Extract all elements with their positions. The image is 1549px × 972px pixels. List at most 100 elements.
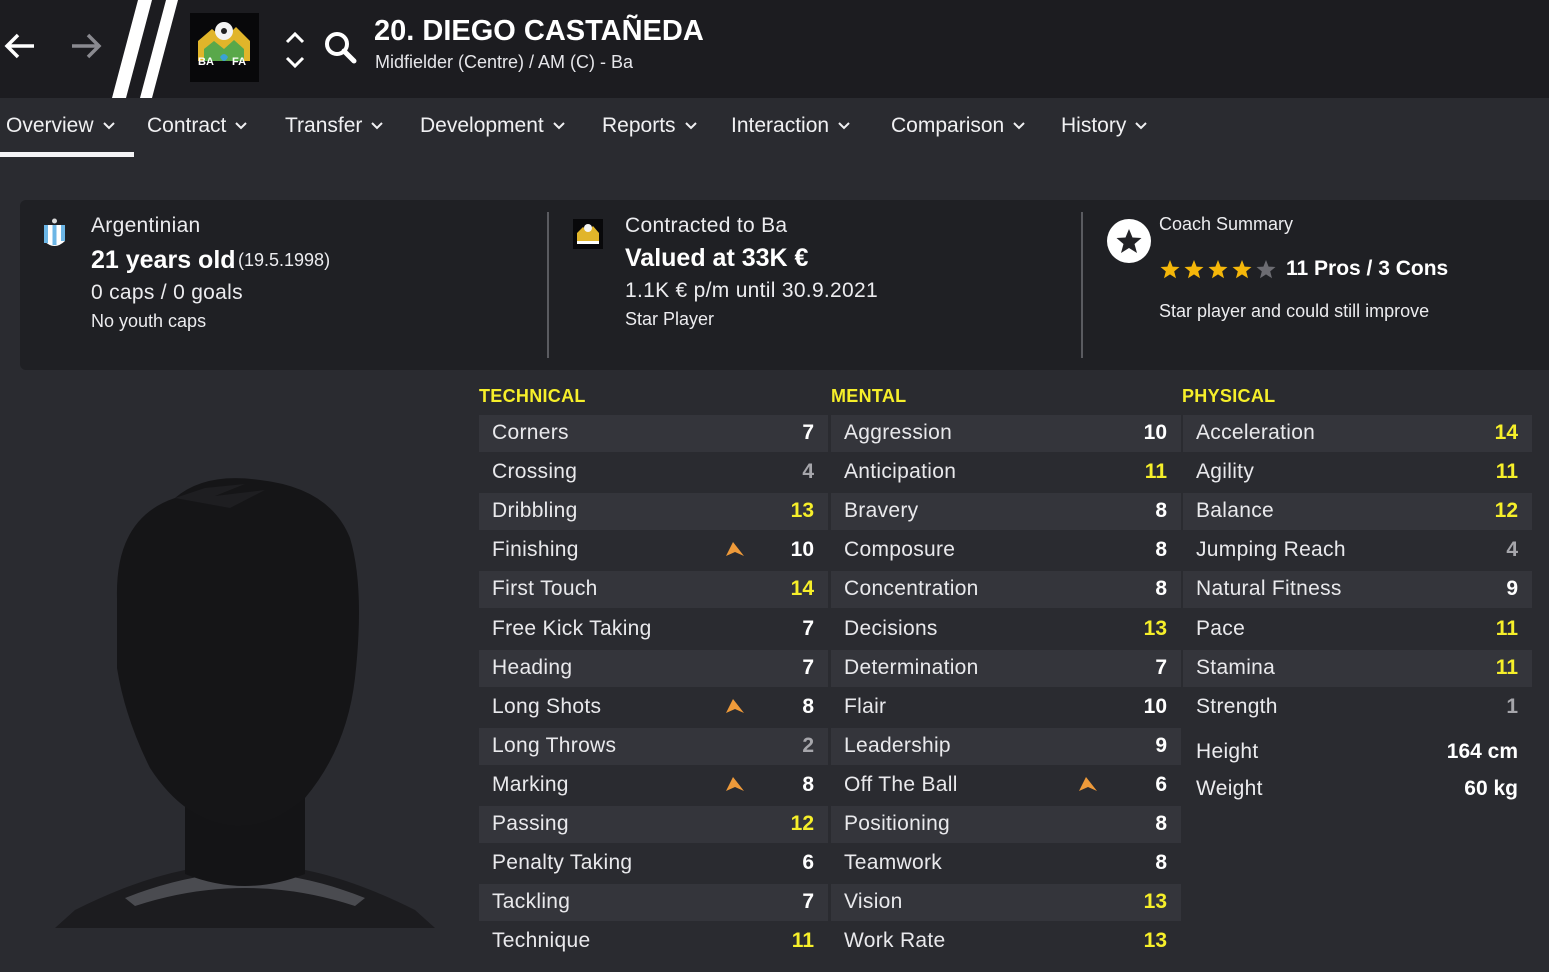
active-tab-indicator <box>0 152 134 157</box>
attribute-row[interactable]: Crossing 4 <box>479 454 828 491</box>
tab-overview[interactable]: Overview <box>6 114 116 138</box>
tab-reports[interactable]: Reports <box>602 114 698 138</box>
crest-letters-right: FA <box>232 56 246 68</box>
attribute-row[interactable]: Penalty Taking 6 <box>479 845 828 882</box>
argentina-federation-badge-icon[interactable] <box>42 217 67 251</box>
attribute-row[interactable]: Agility 11 <box>1183 454 1532 491</box>
tab-comparison[interactable]: Comparison <box>891 114 1026 138</box>
attribute-row[interactable]: Finishing 10 <box>479 532 828 569</box>
pros-cons-text[interactable]: 11 Pros / 3 Cons <box>1286 257 1448 281</box>
star-icon <box>1184 260 1204 279</box>
attribute-row[interactable]: Decisions 13 <box>831 611 1181 648</box>
attribute-row[interactable]: Corners 7 <box>479 415 828 452</box>
attribute-row[interactable]: Positioning 8 <box>831 806 1181 843</box>
attribute-row[interactable]: Long Shots 8 <box>479 689 828 726</box>
attribute-row[interactable]: Heading 7 <box>479 650 828 687</box>
attribute-value: 10 <box>1143 421 1167 444</box>
attribute-value: 8 <box>1155 812 1167 835</box>
club-crest[interactable]: BA FA <box>190 13 259 82</box>
attribute-row[interactable]: Marking 8 <box>479 767 828 804</box>
attribute-name: Decisions <box>844 617 938 640</box>
star-icon <box>1208 260 1228 279</box>
tab-history[interactable]: History <box>1061 114 1148 138</box>
attribute-name: Crossing <box>492 460 578 483</box>
attribute-value: 8 <box>1155 499 1167 522</box>
attribute-value: 11 <box>1495 656 1518 679</box>
attribute-row[interactable]: Concentration 8 <box>831 571 1181 608</box>
key-attribute-arrow-icon <box>726 777 744 791</box>
tab-interaction[interactable]: Interaction <box>731 114 851 138</box>
attribute-value: 13 <box>790 499 814 522</box>
key-attribute-arrow-icon <box>726 542 744 556</box>
caps-goals-text: 0 caps / 0 goals <box>91 281 243 304</box>
attribute-row[interactable]: Jumping Reach 4 <box>1183 532 1532 569</box>
attribute-value: 14 <box>790 577 814 600</box>
attribute-row[interactable]: Long Throws 2 <box>479 728 828 765</box>
club-crest-small[interactable] <box>573 219 603 249</box>
chevron-down-icon <box>235 122 248 130</box>
tab-label: Reports <box>602 114 676 137</box>
attribute-row[interactable]: Composure 8 <box>831 532 1181 569</box>
attribute-name: Jumping Reach <box>1196 538 1346 561</box>
attribute-row[interactable]: Acceleration 14 <box>1183 415 1532 452</box>
player-position-subtitle: Midfielder (Centre) / AM (C) - Ba <box>375 52 634 72</box>
attribute-row[interactable]: Pace 11 <box>1183 611 1532 648</box>
mental-heading: MENTAL <box>831 386 907 406</box>
attribute-row[interactable]: Work Rate 13 <box>831 923 1181 960</box>
attribute-row[interactable]: Bravery 8 <box>831 493 1181 530</box>
player-name-title: 20. DIEGO CASTAÑEDA <box>374 15 704 47</box>
tab-development[interactable]: Development <box>420 114 566 138</box>
search-icon[interactable] <box>323 30 357 64</box>
attribute-row[interactable]: Stamina 11 <box>1183 650 1532 687</box>
attribute-name: Tackling <box>492 890 571 913</box>
star-icon-empty <box>1256 260 1276 279</box>
attribute-name: Teamwork <box>844 851 943 874</box>
age-text: 21 years old <box>91 246 236 274</box>
attribute-row[interactable]: Natural Fitness 9 <box>1183 571 1532 608</box>
attribute-row[interactable]: Strength 1 <box>1183 689 1532 726</box>
attribute-row[interactable]: Vision 13 <box>831 884 1181 921</box>
forward-arrow-icon[interactable] <box>66 28 106 68</box>
attribute-row[interactable]: Leadership 9 <box>831 728 1181 765</box>
attribute-row[interactable]: Teamwork 8 <box>831 845 1181 882</box>
attribute-row[interactable]: Anticipation 11 <box>831 454 1181 491</box>
tab-transfer[interactable]: Transfer <box>285 114 384 138</box>
attribute-value: 8 <box>1155 538 1167 561</box>
attribute-name: Balance <box>1196 499 1274 522</box>
attribute-row[interactable]: Free Kick Taking 7 <box>479 611 828 648</box>
attribute-value: 11 <box>1495 460 1518 483</box>
attribute-row[interactable]: Tackling 7 <box>479 884 828 921</box>
back-arrow-icon[interactable] <box>0 28 40 68</box>
up-down-chevron-icon[interactable] <box>284 28 306 72</box>
attribute-row[interactable]: Balance 12 <box>1183 493 1532 530</box>
attribute-value: 8 <box>1155 577 1167 600</box>
attribute-name: Stamina <box>1196 656 1276 679</box>
attribute-name: Free Kick Taking <box>492 617 652 640</box>
attribute-row[interactable]: First Touch 14 <box>479 571 828 608</box>
attribute-value: 1 <box>1506 695 1518 718</box>
attribute-value: 12 <box>790 812 814 835</box>
attribute-row[interactable]: Dribbling 13 <box>479 493 828 530</box>
attribute-row[interactable]: Flair 10 <box>831 689 1181 726</box>
attribute-name: Composure <box>844 538 956 561</box>
attribute-value: 10 <box>790 538 814 561</box>
technical-heading: TECHNICAL <box>479 386 586 406</box>
attribute-value: 4 <box>1506 538 1518 561</box>
tab-label: Interaction <box>731 114 830 137</box>
attribute-name: Heading <box>492 656 573 679</box>
attribute-row[interactable]: Passing 12 <box>479 806 828 843</box>
attribute-row[interactable]: Aggression 10 <box>831 415 1181 452</box>
attribute-row[interactable]: Off The Ball 6 <box>831 767 1181 804</box>
physical-heading: PHYSICAL <box>1182 386 1276 406</box>
wage-text: 1.1K € p/m until 30.9.2021 <box>625 279 878 302</box>
attribute-row[interactable]: Determination 7 <box>831 650 1181 687</box>
attribute-value: 7 <box>802 421 814 444</box>
attribute-name: Dribbling <box>492 499 578 522</box>
tab-contract[interactable]: Contract <box>147 114 248 138</box>
attribute-row[interactable]: Technique 11 <box>479 923 828 960</box>
attribute-name: Off The Ball <box>844 773 958 796</box>
attribute-value: 8 <box>802 773 814 796</box>
star-badge-icon[interactable] <box>1106 218 1152 264</box>
height-value: 164 cm <box>1446 740 1518 763</box>
attribute-value: 11 <box>1144 460 1167 483</box>
